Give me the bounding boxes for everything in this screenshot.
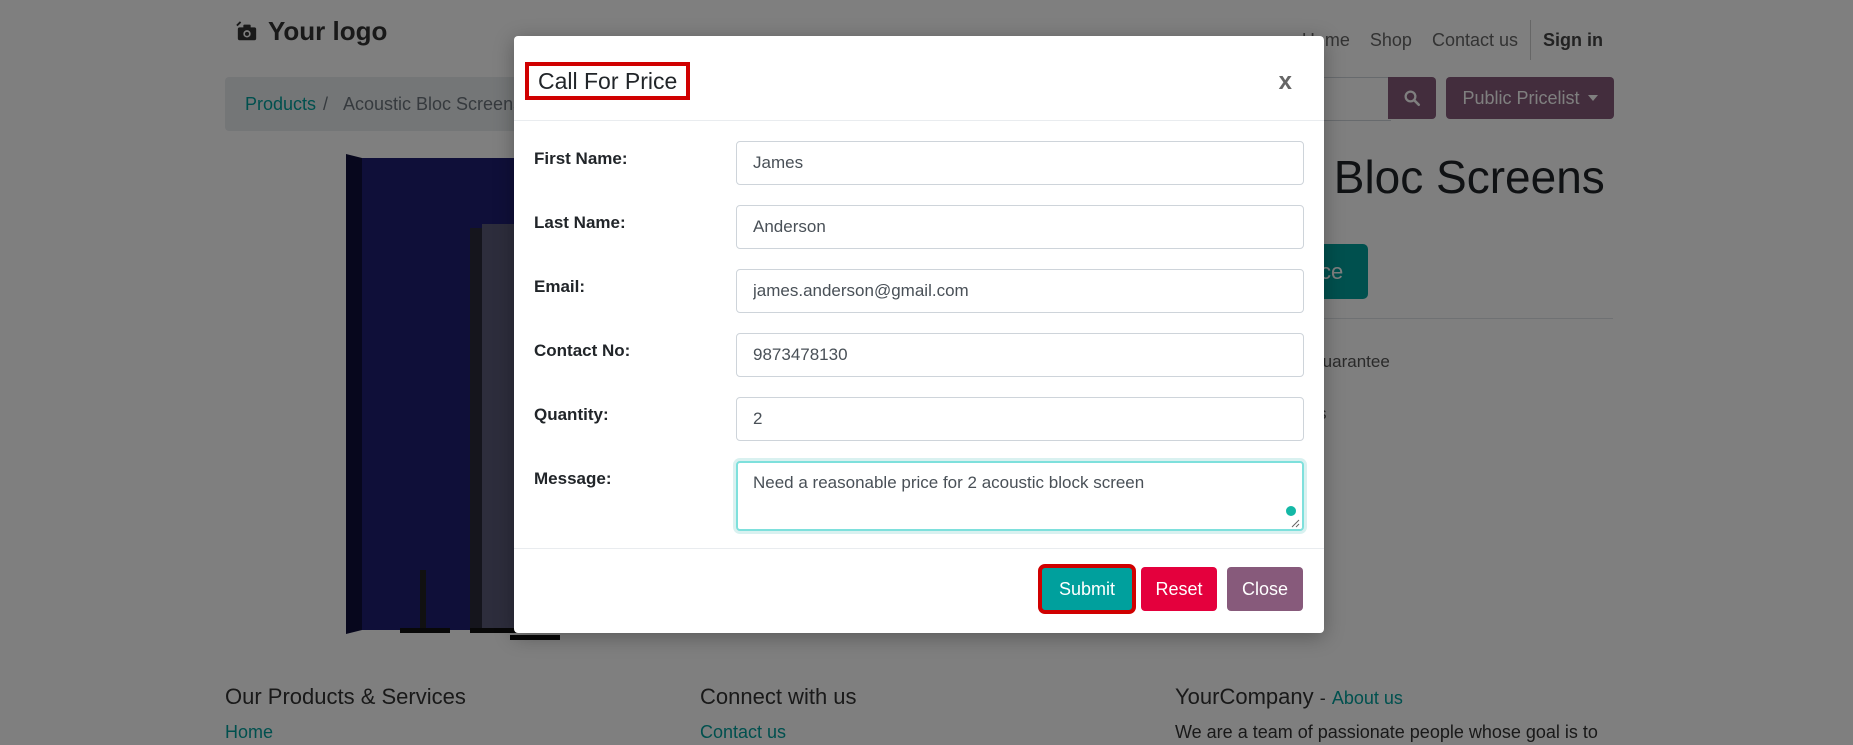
last-name-input[interactable] <box>736 205 1304 249</box>
form-row-contact: Contact No: <box>534 333 1304 377</box>
quantity-input[interactable] <box>736 397 1304 441</box>
form-row-last-name: Last Name: <box>534 205 1304 249</box>
form-row-message: Message: Need a reasonable price for 2 a… <box>534 461 1304 531</box>
first-name-input[interactable] <box>736 141 1304 185</box>
modal-close-x[interactable]: x <box>1279 68 1292 96</box>
message-textarea[interactable]: Need a reasonable price for 2 acoustic b… <box>736 461 1304 531</box>
modal-header: Call For Price x <box>514 36 1324 121</box>
reset-button[interactable]: Reset <box>1141 567 1217 611</box>
submit-button[interactable]: Submit <box>1038 564 1136 614</box>
form-row-first-name: First Name: <box>534 141 1304 185</box>
email-input[interactable] <box>736 269 1304 313</box>
quantity-label: Quantity: <box>534 405 609 424</box>
first-name-label: First Name: <box>534 149 628 168</box>
call-for-price-modal: Call For Price x First Name: Last Name: … <box>514 36 1324 633</box>
grammar-dot-icon[interactable] <box>1286 506 1296 516</box>
contact-no-input[interactable] <box>736 333 1304 377</box>
modal-title: Call For Price <box>525 62 691 100</box>
last-name-label: Last Name: <box>534 213 626 232</box>
resize-grip-icon[interactable] <box>1290 518 1300 528</box>
email-label: Email: <box>534 277 586 296</box>
contact-no-label: Contact No: <box>534 341 631 360</box>
form-row-quantity: Quantity: <box>534 397 1304 441</box>
form-row-email: Email: <box>534 269 1304 313</box>
close-button[interactable]: Close <box>1227 567 1303 611</box>
message-label: Message: <box>534 469 612 488</box>
